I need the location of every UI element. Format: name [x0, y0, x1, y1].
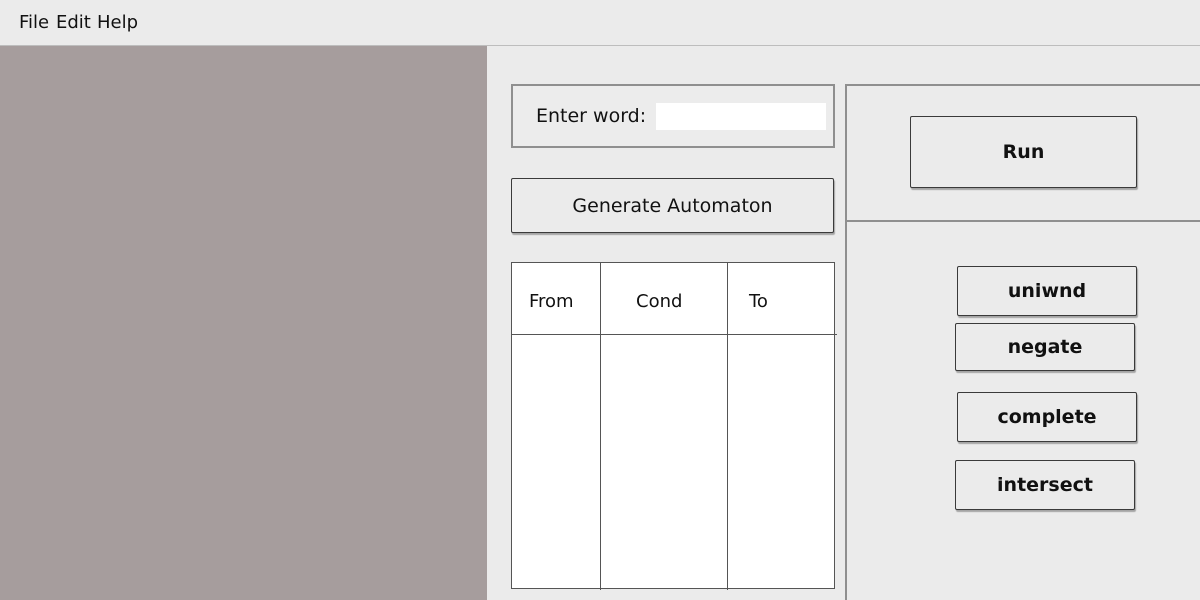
- column-header-to: To: [749, 291, 768, 312]
- column-divider: [600, 263, 601, 590]
- run-button[interactable]: Run: [910, 116, 1137, 188]
- word-entry-box: Enter word:: [511, 84, 835, 148]
- automaton-canvas[interactable]: [0, 46, 487, 600]
- intersect-button[interactable]: intersect: [955, 460, 1135, 510]
- column-header-cond: Cond: [636, 291, 683, 312]
- column-header-from: From: [529, 291, 574, 312]
- header-divider: [512, 334, 837, 335]
- negate-button[interactable]: negate: [955, 323, 1135, 371]
- menu-help[interactable]: Help: [97, 12, 138, 33]
- menu-file[interactable]: File: [19, 12, 49, 33]
- generate-automaton-button[interactable]: Generate Automaton: [511, 178, 834, 233]
- transition-table: From Cond To: [511, 262, 837, 590]
- word-input[interactable]: [656, 103, 826, 130]
- uniwnd-button[interactable]: uniwnd: [957, 266, 1137, 316]
- menu-edit[interactable]: Edit: [56, 12, 91, 33]
- complete-button[interactable]: complete: [957, 392, 1137, 442]
- column-divider: [727, 263, 728, 590]
- panel-divider: [847, 220, 1200, 222]
- menu-bar: File Edit Help: [0, 0, 1200, 46]
- word-label: Enter word:: [536, 105, 647, 127]
